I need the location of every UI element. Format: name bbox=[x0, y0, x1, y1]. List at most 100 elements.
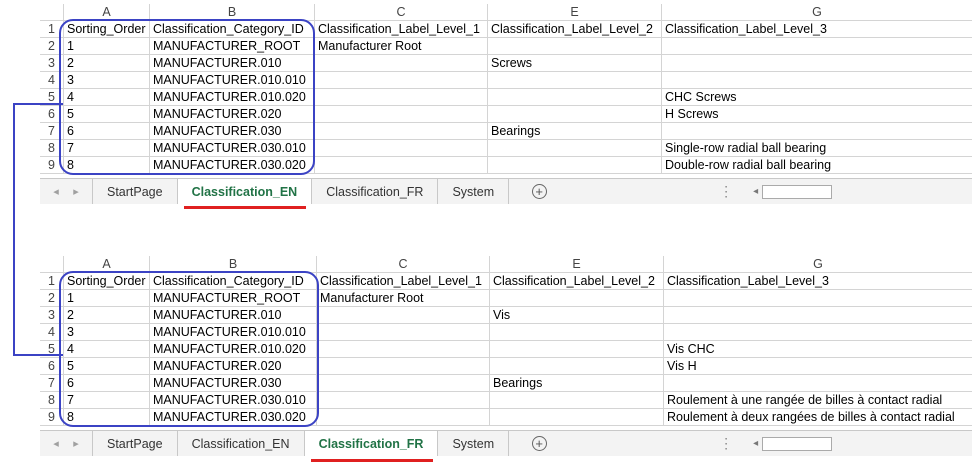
cell[interactable] bbox=[488, 89, 662, 106]
cell[interactable] bbox=[490, 409, 664, 426]
cell[interactable]: Vis CHC bbox=[664, 341, 972, 358]
cell[interactable] bbox=[662, 55, 972, 72]
cell[interactable]: Screws bbox=[488, 55, 662, 72]
more-icon[interactable]: ⋮ bbox=[719, 431, 733, 456]
cell[interactable]: 1 bbox=[64, 290, 150, 307]
cell[interactable] bbox=[662, 123, 972, 140]
cell[interactable]: 8 bbox=[64, 409, 150, 426]
cell[interactable] bbox=[315, 140, 488, 157]
column-header-e[interactable]: E bbox=[488, 4, 662, 21]
cell[interactable]: MANUFACTURER.030.010 bbox=[150, 140, 315, 157]
horizontal-scrollbar[interactable]: ◂ bbox=[753, 179, 833, 204]
cell[interactable]: 4 bbox=[64, 89, 150, 106]
scroll-left-icon[interactable]: ◂ bbox=[753, 186, 758, 197]
cell[interactable]: Roulement à une rangée de billes à conta… bbox=[664, 392, 972, 409]
cell[interactable]: MANUFACTURER.030.020 bbox=[150, 157, 315, 174]
tab-classification-fr[interactable]: Classification_FR bbox=[311, 179, 438, 204]
column-header-g[interactable]: G bbox=[662, 4, 972, 21]
cell[interactable] bbox=[317, 324, 490, 341]
cell[interactable] bbox=[664, 324, 972, 341]
add-sheet-button[interactable]: + bbox=[509, 179, 569, 204]
tab-classification-fr[interactable]: Classification_FR bbox=[303, 431, 438, 456]
cell[interactable]: MANUFACTURER.030.020 bbox=[150, 409, 317, 426]
cell[interactable]: Classification_Label_Level_1 bbox=[317, 273, 490, 290]
cell[interactable]: 7 bbox=[64, 392, 150, 409]
cell[interactable] bbox=[315, 72, 488, 89]
scroll-track[interactable] bbox=[762, 184, 833, 199]
cell[interactable] bbox=[317, 307, 490, 324]
column-header-e[interactable]: E bbox=[490, 256, 664, 273]
column-header-b[interactable]: B bbox=[150, 4, 315, 21]
cell[interactable] bbox=[662, 38, 972, 55]
cell[interactable]: Manufacturer Root bbox=[315, 38, 488, 55]
tab-startpage[interactable]: StartPage bbox=[92, 179, 177, 204]
cell[interactable] bbox=[488, 106, 662, 123]
cell[interactable] bbox=[490, 358, 664, 375]
cell[interactable]: MANUFACTURER.010.020 bbox=[150, 89, 315, 106]
add-sheet-button[interactable]: + bbox=[509, 431, 569, 456]
cell[interactable]: Classification_Label_Level_2 bbox=[490, 273, 664, 290]
cell[interactable]: MANUFACTURER.030.010 bbox=[150, 392, 317, 409]
row-number[interactable]: 6 bbox=[40, 358, 64, 375]
cell[interactable]: Roulement à deux rangées de billes à con… bbox=[664, 409, 972, 426]
cell[interactable]: MANUFACTURER.010.010 bbox=[150, 324, 317, 341]
cell[interactable]: Double-row radial ball bearing bbox=[662, 157, 972, 174]
cell[interactable]: Bearings bbox=[488, 123, 662, 140]
corner-cell[interactable] bbox=[40, 4, 64, 21]
cell[interactable]: Vis H bbox=[664, 358, 972, 375]
column-header-a[interactable]: A bbox=[64, 256, 150, 273]
cell[interactable] bbox=[490, 341, 664, 358]
scroll-left-icon[interactable]: ◂ bbox=[753, 438, 758, 449]
cell[interactable]: 6 bbox=[64, 123, 150, 140]
scroll-track[interactable] bbox=[762, 436, 833, 451]
cell[interactable]: Classification_Category_ID bbox=[150, 21, 315, 38]
nav-next-icon[interactable]: ▸ bbox=[73, 437, 79, 450]
tab-classification-en[interactable]: Classification_EN bbox=[176, 179, 312, 204]
cell[interactable]: Sorting_Order bbox=[64, 273, 150, 290]
horizontal-scrollbar[interactable]: ◂ bbox=[753, 431, 833, 456]
tab-startpage[interactable]: StartPage bbox=[92, 431, 177, 456]
cell[interactable] bbox=[315, 157, 488, 174]
row-number[interactable]: 4 bbox=[40, 72, 64, 89]
cell[interactable] bbox=[317, 358, 490, 375]
cell[interactable] bbox=[490, 290, 664, 307]
cell[interactable]: MANUFACTURER.030 bbox=[150, 375, 317, 392]
cell[interactable]: 4 bbox=[64, 341, 150, 358]
column-header-c[interactable]: C bbox=[315, 4, 488, 21]
cell[interactable]: H Screws bbox=[662, 106, 972, 123]
cell[interactable] bbox=[317, 409, 490, 426]
cell[interactable]: 1 bbox=[64, 38, 150, 55]
column-header-c[interactable]: C bbox=[317, 256, 490, 273]
cell[interactable]: 2 bbox=[64, 55, 150, 72]
column-header-a[interactable]: A bbox=[64, 4, 150, 21]
tab-classification-en[interactable]: Classification_EN bbox=[176, 431, 304, 456]
cell[interactable] bbox=[488, 140, 662, 157]
cell[interactable] bbox=[490, 324, 664, 341]
nav-next-icon[interactable]: ▸ bbox=[73, 185, 79, 198]
cell[interactable]: 7 bbox=[64, 140, 150, 157]
row-number[interactable]: 8 bbox=[40, 392, 64, 409]
cell[interactable]: MANUFACTURER.010.020 bbox=[150, 341, 317, 358]
cell[interactable] bbox=[664, 375, 972, 392]
cell[interactable]: MANUFACTURER.010.010 bbox=[150, 72, 315, 89]
cell[interactable]: MANUFACTURER_ROOT bbox=[150, 38, 315, 55]
cell[interactable] bbox=[315, 123, 488, 140]
cell[interactable] bbox=[488, 38, 662, 55]
tab-system[interactable]: System bbox=[437, 179, 510, 204]
cell[interactable]: MANUFACTURER_ROOT bbox=[150, 290, 317, 307]
cell[interactable]: Classification_Label_Level_3 bbox=[664, 273, 972, 290]
cell[interactable]: MANUFACTURER.020 bbox=[150, 106, 315, 123]
cell[interactable] bbox=[315, 55, 488, 72]
cell[interactable]: 3 bbox=[64, 324, 150, 341]
cell[interactable]: Sorting_Order bbox=[64, 21, 150, 38]
cell[interactable] bbox=[664, 290, 972, 307]
cell[interactable] bbox=[662, 72, 972, 89]
nav-prev-icon[interactable]: ◂ bbox=[53, 437, 59, 450]
cell[interactable] bbox=[317, 341, 490, 358]
cell[interactable]: MANUFACTURER.020 bbox=[150, 358, 317, 375]
row-number[interactable]: 7 bbox=[40, 375, 64, 392]
cell[interactable]: Classification_Category_ID bbox=[150, 273, 317, 290]
tab-system[interactable]: System bbox=[437, 431, 510, 456]
row-number[interactable]: 1 bbox=[40, 21, 64, 38]
cell[interactable]: Single-row radial ball bearing bbox=[662, 140, 972, 157]
